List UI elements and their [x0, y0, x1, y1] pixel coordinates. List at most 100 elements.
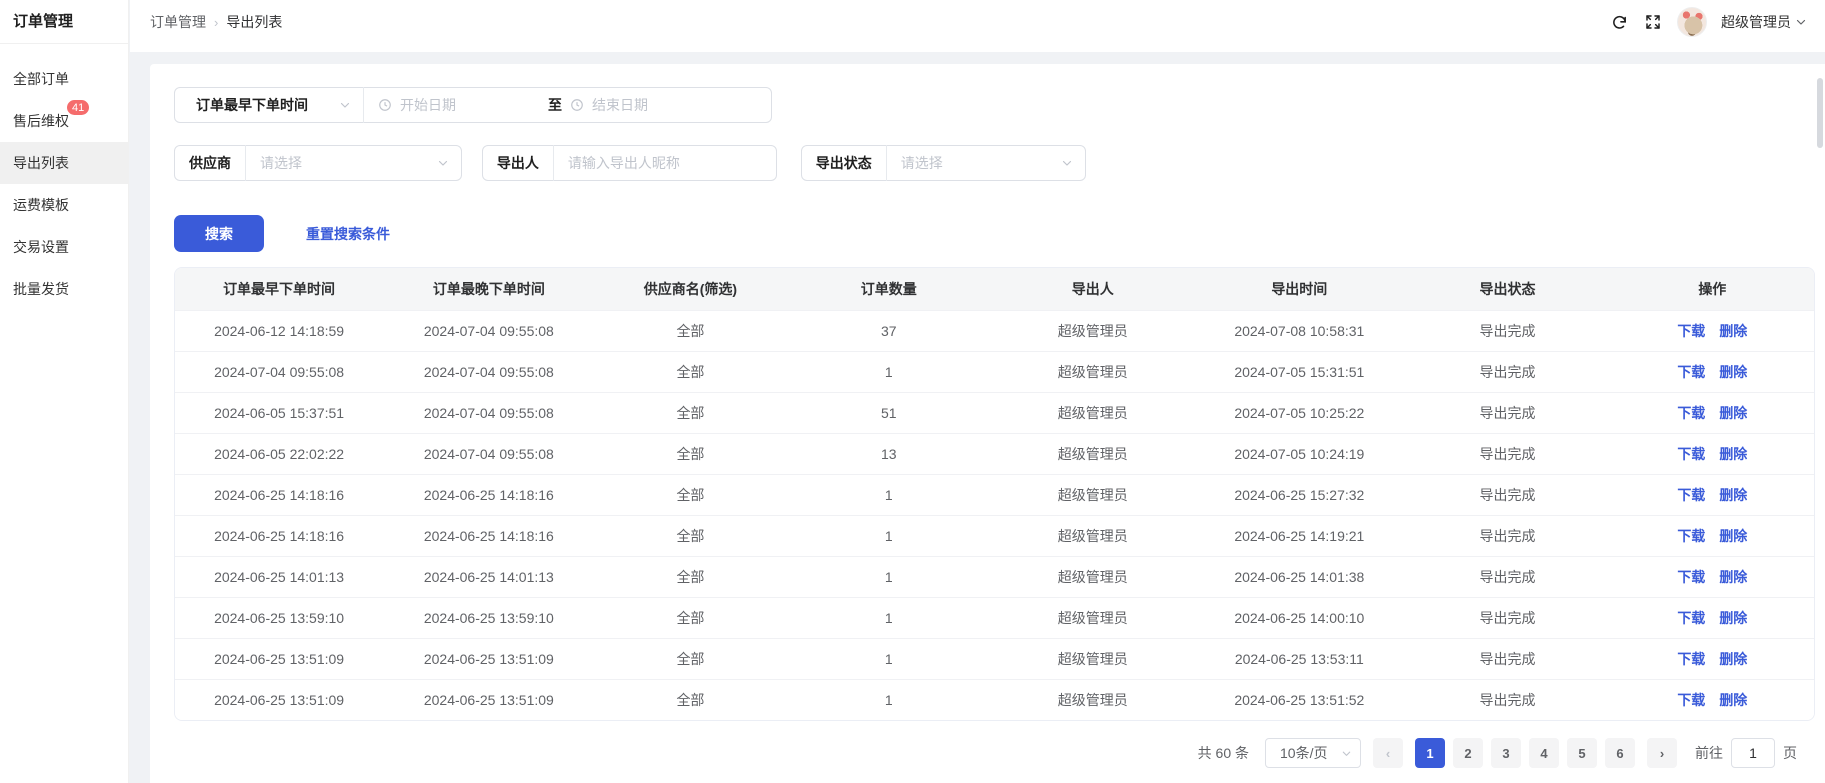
export-status-select[interactable]: 请选择	[887, 146, 1085, 180]
table-cell: 1	[786, 569, 991, 585]
download-link[interactable]: 下载	[1677, 485, 1705, 505]
table-header-cell: 操作	[1611, 279, 1814, 299]
user-avatar[interactable]	[1677, 7, 1707, 37]
download-link[interactable]: 下载	[1677, 567, 1705, 587]
delete-link[interactable]: 删除	[1719, 321, 1747, 341]
table-cell: 2024-06-25 13:59:10	[383, 610, 594, 626]
delete-link[interactable]: 删除	[1719, 526, 1747, 546]
download-link[interactable]: 下载	[1677, 526, 1705, 546]
sidebar-item-batch-shipping[interactable]: 批量发货	[0, 268, 128, 310]
table-cell: 全部	[595, 649, 787, 669]
table-header-cell: 导出人	[991, 279, 1194, 299]
table-cell-actions: 下载删除	[1611, 608, 1814, 628]
fullscreen-icon[interactable]	[1643, 12, 1663, 32]
page-button-5[interactable]: 5	[1567, 738, 1597, 768]
download-link[interactable]: 下载	[1677, 690, 1705, 710]
sidebar-item-label: 全部订单	[13, 69, 69, 89]
table-row: 2024-07-04 09:55:082024-07-04 09:55:08全部…	[175, 351, 1814, 392]
delete-link[interactable]: 删除	[1719, 362, 1747, 382]
refresh-icon[interactable]	[1609, 12, 1629, 32]
table-cell-actions: 下载删除	[1611, 690, 1814, 710]
table-cell: 2024-06-25 14:01:38	[1194, 569, 1404, 585]
table-row: 2024-06-25 13:51:092024-06-25 13:51:09全部…	[175, 638, 1814, 679]
breadcrumb-separator: ›	[214, 15, 218, 30]
page-button-2[interactable]: 2	[1453, 738, 1483, 768]
app-title: 订单管理	[0, 0, 128, 44]
next-page-button[interactable]: ›	[1647, 738, 1677, 768]
delete-link[interactable]: 删除	[1719, 608, 1747, 628]
table-cell: 2024-06-05 15:37:51	[175, 405, 383, 421]
table-cell: 全部	[595, 485, 787, 505]
table-cell: 1	[786, 364, 991, 380]
download-link[interactable]: 下载	[1677, 321, 1705, 341]
time-type-select[interactable]: 订单最早下单时间	[175, 88, 363, 122]
end-date-input[interactable]	[592, 97, 732, 113]
user-menu[interactable]: 超级管理员	[1721, 12, 1807, 32]
table-cell: 超级管理员	[991, 608, 1194, 628]
table-cell: 导出完成	[1404, 444, 1611, 464]
export-status-placeholder: 请选择	[901, 153, 943, 173]
breadcrumb-item[interactable]: 订单管理	[150, 12, 206, 32]
page-button-3[interactable]: 3	[1491, 738, 1521, 768]
page-button-6[interactable]: 6	[1605, 738, 1635, 768]
notification-badge: 41	[66, 99, 90, 116]
delete-link[interactable]: 删除	[1719, 649, 1747, 669]
page-size-select[interactable]: 10条/页	[1265, 738, 1361, 768]
table-cell-actions: 下载删除	[1611, 526, 1814, 546]
delete-link[interactable]: 删除	[1719, 444, 1747, 464]
table-cell: 2024-07-05 10:24:19	[1194, 446, 1404, 462]
goto-suffix-label: 页	[1783, 743, 1797, 763]
exporter-input[interactable]	[554, 146, 776, 180]
start-date-input[interactable]	[400, 97, 540, 113]
table-header-cell: 导出状态	[1404, 279, 1611, 299]
table-cell-actions: 下载删除	[1611, 567, 1814, 587]
table-header-cell: 导出时间	[1194, 279, 1404, 299]
supplier-select[interactable]: 请选择	[246, 146, 461, 180]
download-link[interactable]: 下载	[1677, 403, 1705, 423]
sidebar-item-all-orders[interactable]: 全部订单	[0, 58, 128, 100]
table-cell: 2024-06-05 22:02:22	[175, 446, 383, 462]
table-cell: 导出完成	[1404, 649, 1611, 669]
table-cell: 导出完成	[1404, 608, 1611, 628]
scrollbar-thumb[interactable]	[1817, 78, 1823, 148]
table-row: 2024-06-05 15:37:512024-07-04 09:55:08全部…	[175, 392, 1814, 433]
sidebar-item-label: 售后维权	[13, 111, 69, 131]
goto-page-input[interactable]	[1731, 738, 1775, 768]
page-button-1[interactable]: 1	[1415, 738, 1445, 768]
sidebar-item-trade-settings[interactable]: 交易设置	[0, 226, 128, 268]
table-row: 2024-06-25 13:59:102024-06-25 13:59:10全部…	[175, 597, 1814, 638]
download-link[interactable]: 下载	[1677, 444, 1705, 464]
reset-search-link[interactable]: 重置搜索条件	[306, 224, 390, 244]
page-button-4[interactable]: 4	[1529, 738, 1559, 768]
actions-row: 搜索 重置搜索条件	[174, 215, 1815, 252]
sidebar-item-export-list[interactable]: 导出列表	[0, 142, 128, 184]
sidebar: 订单管理 全部订单售后维权41 导出列表运费模板交易设置批量发货	[0, 0, 129, 783]
table-cell: 2024-06-25 15:27:32	[1194, 487, 1404, 503]
table-cell: 全部	[595, 608, 787, 628]
sidebar-item-freight-template[interactable]: 运费模板	[0, 184, 128, 226]
sidebar-item-after-sales[interactable]: 售后维权41	[0, 100, 128, 142]
table-cell: 导出完成	[1404, 526, 1611, 546]
search-button[interactable]: 搜索	[174, 215, 264, 252]
table-cell: 1	[786, 610, 991, 626]
table-row: 2024-06-25 14:18:162024-06-25 14:18:16全部…	[175, 474, 1814, 515]
download-link[interactable]: 下载	[1677, 608, 1705, 628]
table-cell: 2024-07-05 10:25:22	[1194, 405, 1404, 421]
exporter-label: 导出人	[483, 153, 553, 173]
delete-link[interactable]: 删除	[1719, 403, 1747, 423]
delete-link[interactable]: 删除	[1719, 567, 1747, 587]
table-cell: 2024-06-25 13:53:11	[1194, 651, 1404, 667]
download-link[interactable]: 下载	[1677, 362, 1705, 382]
time-type-value: 订单最早下单时间	[196, 95, 308, 115]
chevron-down-icon	[1795, 16, 1807, 28]
download-link[interactable]: 下载	[1677, 649, 1705, 669]
export-list-card: 订单最早下单时间 至	[150, 64, 1825, 783]
table-row: 2024-06-25 14:18:162024-06-25 14:18:16全部…	[175, 515, 1814, 556]
prev-page-button[interactable]: ‹	[1373, 738, 1403, 768]
delete-link[interactable]: 删除	[1719, 690, 1747, 710]
sidebar-item-label: 导出列表	[13, 153, 69, 173]
delete-link[interactable]: 删除	[1719, 485, 1747, 505]
table-row: 2024-06-05 22:02:222024-07-04 09:55:08全部…	[175, 433, 1814, 474]
table-cell: 2024-07-05 15:31:51	[1194, 364, 1404, 380]
exporter-filter-group: 导出人	[482, 145, 777, 181]
